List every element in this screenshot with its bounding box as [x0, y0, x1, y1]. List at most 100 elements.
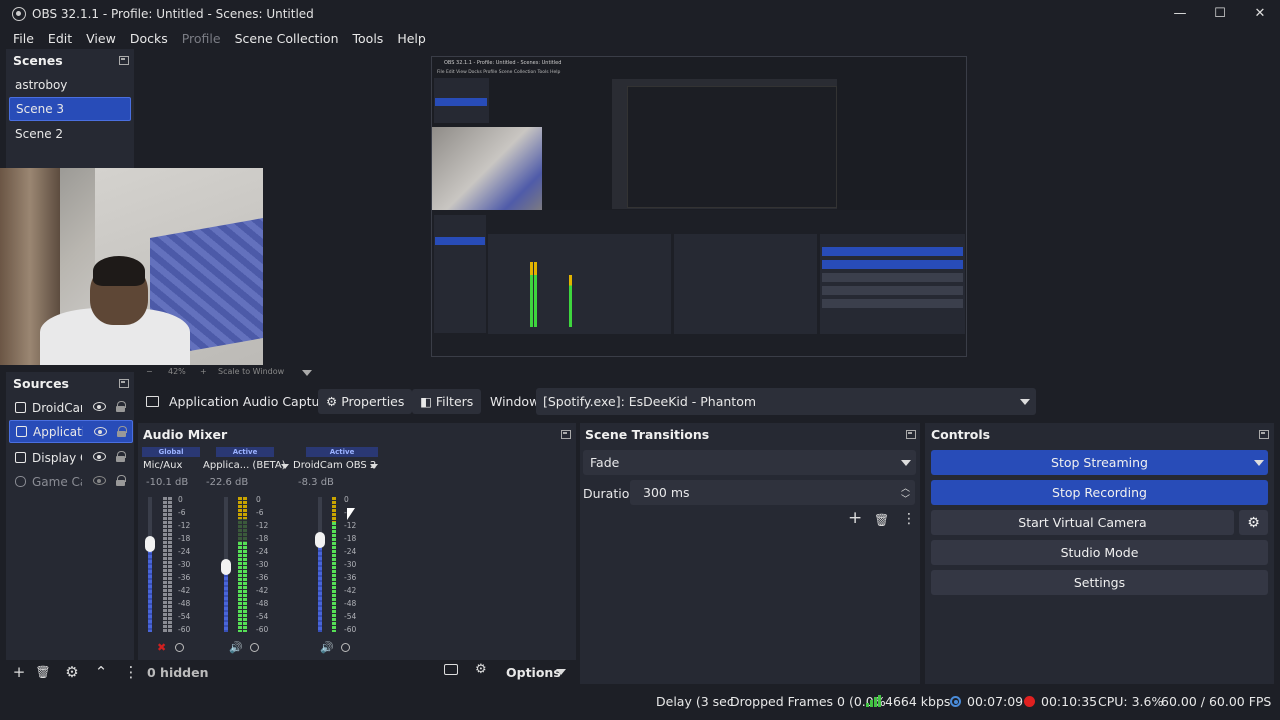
scale-mode-chevron-icon[interactable] — [302, 370, 312, 376]
source-item-application-audio[interactable]: Application Audio Capture — [9, 420, 133, 443]
audio-settings-gear-icon[interactable] — [250, 643, 259, 652]
audio-settings-gear-icon[interactable] — [341, 643, 350, 652]
status-bar: Delay (3 sec Dropped Frames 0 (0.0% 4664… — [0, 688, 1280, 714]
duration-input[interactable]: 300 ms ︿ ﹀ — [630, 480, 915, 505]
app-audio-icon — [16, 426, 27, 437]
menu-view[interactable]: View — [79, 31, 123, 46]
menu-scene-collection[interactable]: Scene Collection — [228, 31, 346, 46]
source-properties-gear-icon[interactable]: ⚙ — [62, 662, 82, 682]
nested-stop-recording — [822, 260, 963, 269]
close-button[interactable]: ✕ — [1240, 0, 1280, 27]
nested-sources — [434, 215, 486, 333]
db-tick: -24 — [256, 547, 269, 556]
channel-db: -8.3 dB — [298, 477, 334, 488]
menu-file[interactable]: File — [6, 31, 41, 46]
transition-select[interactable]: Fade — [583, 450, 916, 475]
db-tick: -6 — [256, 508, 264, 517]
chevron-down-icon[interactable] — [281, 464, 289, 469]
scale-mode[interactable]: Scale to Window — [218, 367, 284, 376]
visibility-eye-icon[interactable] — [93, 402, 106, 411]
minimize-button[interactable]: — — [1160, 0, 1200, 27]
muted-speaker-icon[interactable]: ✖ — [157, 642, 169, 653]
channel-badge: Active — [306, 447, 378, 457]
channel-name[interactable]: Mic/Aux — [143, 460, 182, 471]
menu-help[interactable]: Help — [390, 31, 433, 46]
options-chevron-icon[interactable] — [556, 669, 566, 675]
level-meter — [168, 497, 172, 632]
webcam-feed[interactable] — [0, 168, 263, 365]
stop-streaming-button[interactable]: Stop Streaming — [931, 450, 1268, 475]
db-tick: -42 — [344, 586, 357, 595]
scene-item-astroboy[interactable]: astroboy — [9, 73, 131, 97]
status-delay: Delay (3 sec — [656, 694, 734, 709]
visibility-eye-icon[interactable] — [94, 427, 107, 436]
visibility-hidden-eye-icon[interactable] — [93, 476, 106, 485]
network-signal-icon — [866, 695, 881, 707]
volume-fader-knob[interactable] — [221, 559, 231, 575]
nested-inner-preview — [627, 86, 837, 208]
remove-source-button[interactable]: 🗑 — [33, 662, 53, 682]
transition-more-options-icon[interactable]: ⋮ — [902, 511, 916, 529]
lock-icon[interactable] — [116, 475, 126, 486]
level-meter-fill — [243, 542, 247, 632]
maximize-button[interactable]: ☐ — [1200, 0, 1240, 27]
duration-value: 300 ms — [643, 485, 690, 500]
remove-transition-trash-icon[interactable]: 🗑 — [874, 513, 889, 531]
settings-button[interactable]: Settings — [931, 570, 1268, 595]
db-tick: -42 — [256, 586, 269, 595]
chevron-down-icon — [901, 460, 911, 466]
title-bar: OBS 32.1.1 - Profile: Untitled - Scenes:… — [0, 0, 1280, 27]
controls-title: Controls — [931, 427, 991, 442]
nested-webcam — [432, 127, 542, 211]
source-item-droidcam[interactable]: DroidCam — [9, 396, 133, 419]
audio-settings-gear-icon[interactable] — [175, 643, 184, 652]
zoom-in-button[interactable]: + — [200, 367, 207, 376]
volume-fader-knob[interactable] — [315, 532, 325, 548]
lock-icon[interactable] — [116, 451, 126, 462]
undock-icon[interactable] — [906, 430, 916, 439]
undock-icon[interactable] — [561, 430, 571, 439]
properties-label: Properties — [341, 394, 405, 409]
speaker-icon[interactable]: 🔊 — [320, 642, 334, 653]
chevron-down-icon[interactable] — [370, 464, 378, 469]
add-transition-button[interactable]: + — [848, 508, 862, 528]
add-source-button[interactable]: + — [9, 662, 29, 682]
db-tick: -18 — [178, 534, 191, 543]
recording-dot-icon — [1024, 696, 1035, 707]
move-up-chevron-icon[interactable]: ⌃ — [91, 662, 111, 682]
menu-profile[interactable]: Profile — [175, 31, 228, 46]
scene-item-scene-2[interactable]: Scene 2 — [9, 122, 131, 146]
spin-down-icon[interactable]: ﹀ — [901, 492, 910, 505]
source-name: Game Capture — [32, 474, 82, 489]
undock-icon[interactable] — [119, 56, 129, 65]
status-record-time: 00:10:35 — [1041, 694, 1098, 709]
stop-recording-button[interactable]: Stop Recording — [931, 480, 1268, 505]
source-item-game-capture[interactable]: Game Capture — [9, 470, 133, 493]
layout-toggle-icon[interactable] — [444, 664, 458, 675]
options-button[interactable]: Options — [506, 665, 561, 680]
properties-button[interactable]: ⚙ Properties — [318, 389, 413, 414]
db-tick: -60 — [178, 625, 191, 634]
visibility-eye-icon[interactable] — [93, 452, 106, 461]
window-select[interactable]: [Spotify.exe]: EsDeeKid - Phantom — [536, 388, 1036, 415]
channel-name[interactable]: DroidCam OBS 2 — [293, 460, 376, 471]
lock-icon[interactable] — [116, 401, 126, 412]
advanced-audio-gear-icon[interactable]: ⚙ — [475, 662, 487, 677]
menu-tools[interactable]: Tools — [346, 31, 391, 46]
scene-item-scene-3[interactable]: Scene 3 — [9, 97, 131, 121]
volume-fader-knob[interactable] — [145, 536, 155, 552]
source-item-display-capture[interactable]: Display Capture — [9, 446, 133, 469]
menu-edit[interactable]: Edit — [41, 31, 79, 46]
menu-docks[interactable]: Docks — [123, 31, 175, 46]
lock-icon[interactable] — [117, 426, 127, 437]
filters-button[interactable]: ◧ Filters — [412, 389, 482, 414]
start-virtual-camera-button[interactable]: Start Virtual Camera — [931, 510, 1234, 535]
speaker-icon[interactable]: 🔊 — [229, 642, 243, 653]
virtual-camera-gear-icon[interactable]: ⚙ — [1239, 510, 1268, 535]
studio-mode-button[interactable]: Studio Mode — [931, 540, 1268, 565]
undock-icon[interactable] — [1259, 430, 1269, 439]
zoom-out-button[interactable]: − — [146, 367, 153, 376]
undock-icon[interactable] — [119, 379, 129, 388]
channel-name[interactable]: Applica... (BETA) — [203, 460, 286, 471]
stream-options-chevron-icon[interactable] — [1254, 460, 1264, 466]
